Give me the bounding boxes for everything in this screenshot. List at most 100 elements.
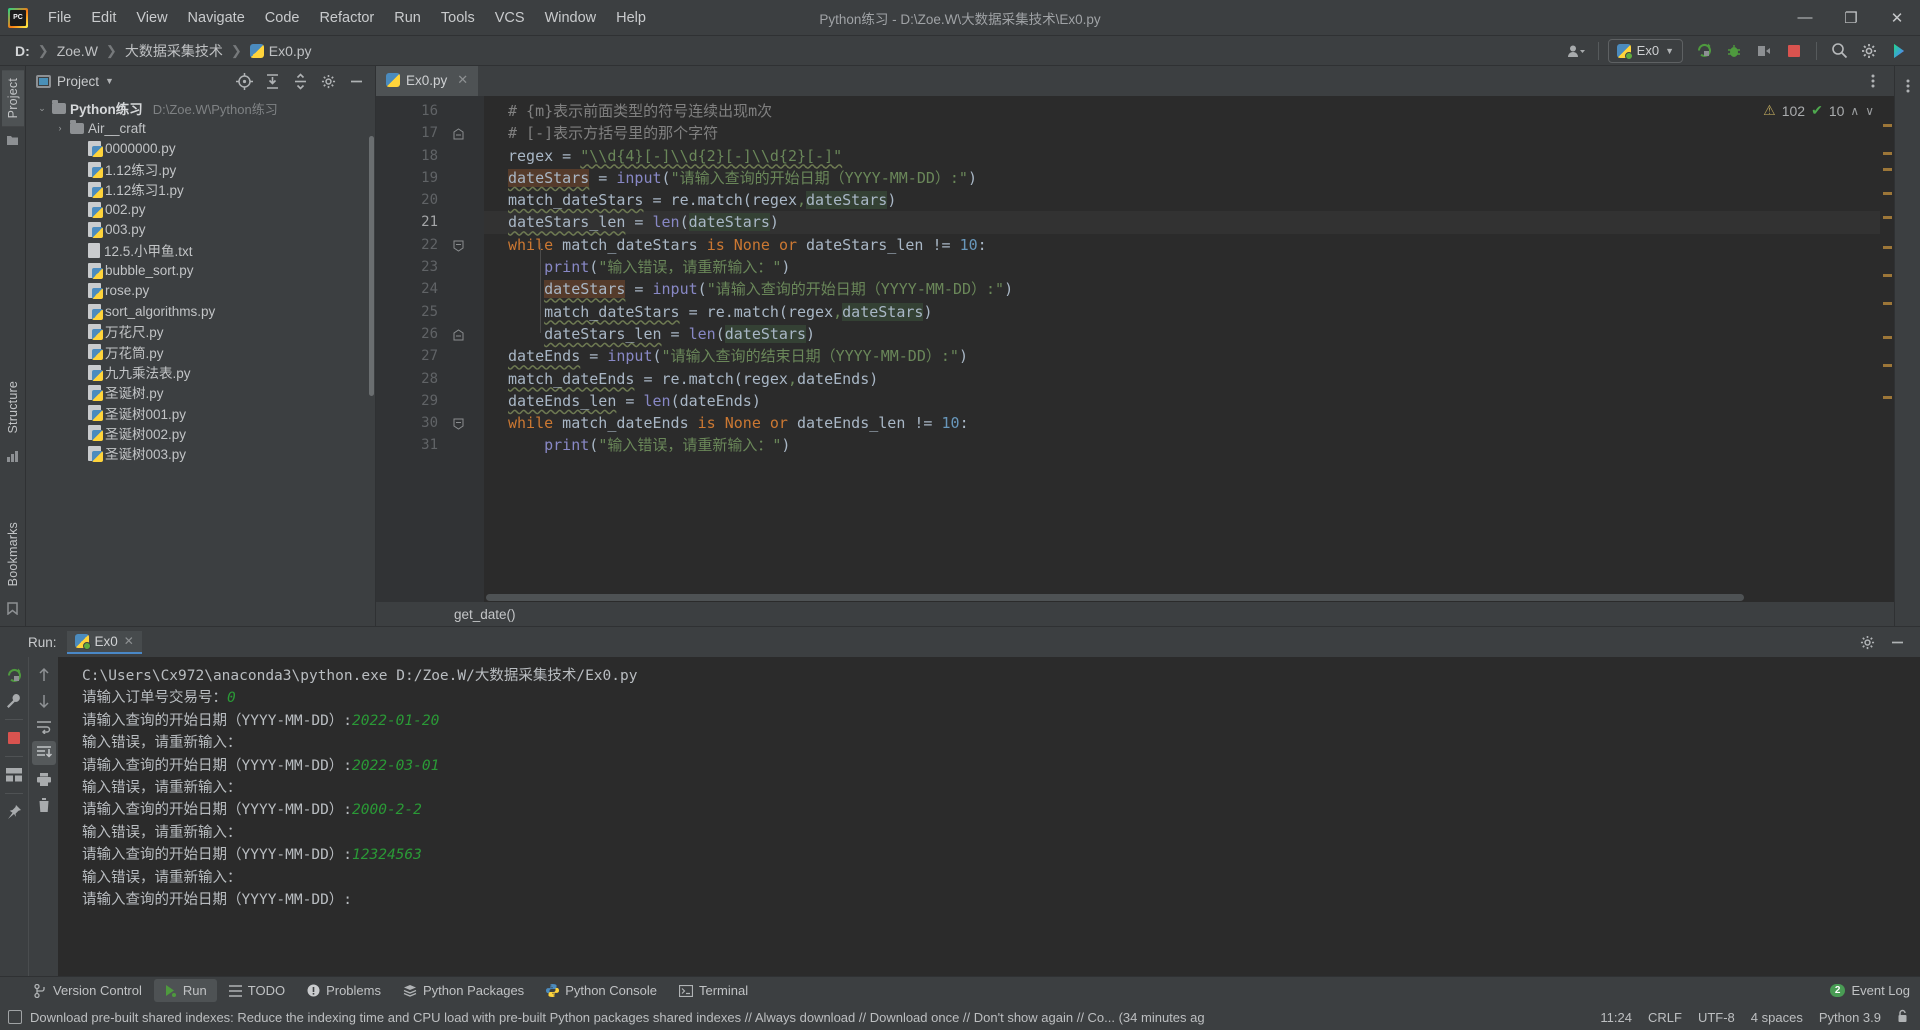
tree-node[interactable]: sort_algorithms.py — [26, 301, 375, 321]
gutter-line[interactable]: 21 — [384, 211, 484, 233]
menu-item-edit[interactable]: Edit — [81, 6, 126, 30]
bottom-tab-version-control[interactable]: Version Control — [24, 979, 152, 1002]
breadcrumb-item-0[interactable]: D: — [10, 41, 35, 61]
commit-icon[interactable] — [6, 134, 19, 150]
chevron-right-icon[interactable]: › — [54, 123, 66, 133]
menu-item-refactor[interactable]: Refactor — [309, 6, 384, 30]
tree-node[interactable]: 圣诞树002.py — [26, 423, 375, 443]
gutter-line[interactable]: 16 — [384, 100, 484, 122]
code-line[interactable]: regex = "\\d{4}[-]\\d{2}[-]\\d{2}[-]" — [484, 145, 1894, 167]
select-opened-file-icon[interactable] — [231, 69, 257, 93]
debug-icon[interactable] — [1721, 39, 1747, 63]
line-number-gutter[interactable]: 16 17 18 19 20 21 22 23 24 25 26 27 28 29 30 31 — [384, 96, 484, 602]
tree-node[interactable]: 0000000.py — [26, 139, 375, 159]
gutter-line[interactable]: 24 — [384, 278, 484, 300]
code-line[interactable]: print("输入错误，请重新输入：") — [484, 434, 1894, 456]
run-tab-ex0[interactable]: Ex0 ✕ — [66, 630, 142, 654]
fold-end-icon[interactable] — [453, 127, 464, 140]
bottom-tab-run[interactable]: Run — [153, 979, 217, 1002]
collapse-all-icon[interactable] — [287, 69, 313, 93]
sidebar-item-project[interactable]: Project — [1, 70, 24, 127]
gutter-line[interactable]: 18 — [384, 145, 484, 167]
status-message[interactable]: Download pre-built shared indexes: Reduc… — [30, 1010, 1205, 1025]
user-avatar-icon[interactable] — [1563, 39, 1589, 63]
tree-node[interactable]: 002.py — [26, 199, 375, 219]
code-line[interactable]: dateStars = input("请输入查询的开始日期（YYYY-MM-DD… — [484, 167, 1894, 189]
fold-collapse-icon[interactable] — [453, 417, 464, 430]
breadcrumb[interactable]: D: ❯ Zoe.W ❯ 大数据采集技术 ❯ Ex0.py — [10, 39, 317, 63]
tree-node[interactable]: 万花筒.py — [26, 342, 375, 362]
status-interpreter[interactable]: Python 3.9 — [1819, 1010, 1881, 1025]
editor-options-icon[interactable] — [1860, 69, 1886, 93]
code-line[interactable]: match_dateStars = re.match(regex,dateSta… — [484, 301, 1894, 323]
sidebar-item-bookmarks[interactable]: Bookmarks — [2, 514, 24, 594]
editor-horizontal-scrollbar[interactable] — [486, 594, 1744, 601]
lock-icon[interactable] — [1897, 1009, 1908, 1026]
editor-vertical-scrollbar[interactable] — [1880, 96, 1894, 602]
bottom-tab-terminal[interactable]: Terminal — [669, 979, 758, 1002]
gutter-line[interactable]: 30 — [384, 412, 484, 434]
more-options-icon[interactable] — [1906, 78, 1910, 97]
stop-icon[interactable] — [2, 726, 26, 750]
notification-icon[interactable] — [8, 1010, 22, 1024]
editor-breadcrumb[interactable]: get_date() — [376, 602, 1894, 626]
tree-node[interactable]: bubble_sort.py — [26, 260, 375, 280]
chevron-down-icon[interactable]: ▼ — [105, 76, 114, 86]
breadcrumb-item-3[interactable]: Ex0.py — [245, 41, 317, 61]
code-line[interactable]: while match_dateEnds is None or dateEnds… — [484, 412, 1894, 434]
gutter-line[interactable]: 25 — [384, 301, 484, 323]
rerun-icon[interactable] — [2, 663, 26, 687]
code-line[interactable]: dateEnds_len = len(dateEnds) — [484, 390, 1894, 412]
expand-all-icon[interactable] — [259, 69, 285, 93]
event-log-label[interactable]: Event Log — [1851, 983, 1910, 998]
close-icon[interactable]: ✕ — [457, 72, 468, 88]
code-editor[interactable]: 16 17 18 19 20 21 22 23 24 25 26 27 28 29 30 31 # {m}表示… — [376, 96, 1894, 602]
print-icon[interactable] — [32, 767, 56, 791]
tree-node[interactable]: 003.py — [26, 220, 375, 240]
stop-icon[interactable] — [1781, 39, 1807, 63]
code-line[interactable]: # [-]表示方括号里的那个字符 — [484, 122, 1894, 144]
down-arrow-icon[interactable] — [32, 689, 56, 713]
run-settings-gear-icon[interactable] — [1854, 630, 1880, 654]
tree-node[interactable]: › Air__craft — [26, 118, 375, 138]
menu-item-help[interactable]: Help — [606, 6, 656, 30]
bottom-tab-python-packages[interactable]: Python Packages — [393, 979, 534, 1002]
tree-node[interactable]: ⌄ Python练习 D:\Zoe.W\Python练习 — [26, 98, 375, 118]
code-line[interactable]: # {m}表示前面类型的符号连续出现m次 — [484, 100, 1894, 122]
sidebar-item-structure[interactable]: Structure — [2, 373, 24, 442]
tree-node[interactable]: 1.12练习.py — [26, 159, 375, 179]
tree-node[interactable]: 12.5.小甲鱼.txt — [26, 240, 375, 260]
search-icon[interactable] — [1826, 39, 1852, 63]
scroll-to-end-icon[interactable] — [31, 741, 56, 765]
rerun-icon[interactable] — [1691, 39, 1717, 63]
tree-node[interactable]: 圣诞树003.py — [26, 443, 375, 463]
pane-settings-icon[interactable] — [315, 69, 341, 93]
gutter-line[interactable]: 28 — [384, 368, 484, 390]
breadcrumb-item-2[interactable]: 大数据采集技术 — [120, 39, 228, 63]
hide-run-panel-icon[interactable] — [1884, 630, 1910, 654]
code-text-area[interactable]: # {m}表示前面类型的符号连续出现m次 # [-]表示方括号里的那个字符 rege… — [484, 96, 1894, 602]
ide-assistant-icon[interactable] — [1886, 39, 1912, 63]
bottom-tab-python-console[interactable]: Python Console — [536, 979, 667, 1002]
tree-node[interactable]: 万花尺.py — [26, 321, 375, 341]
gutter-line[interactable]: 23 — [384, 256, 484, 278]
gear-icon[interactable] — [1856, 39, 1882, 63]
menu-item-navigate[interactable]: Navigate — [178, 6, 255, 30]
gutter-line[interactable]: 31 — [384, 434, 484, 456]
next-problem-icon[interactable]: ∨ — [1865, 104, 1874, 118]
hide-pane-icon[interactable] — [343, 69, 369, 93]
fold-collapse-icon[interactable] — [453, 239, 464, 252]
main-menu[interactable]: File Edit View Navigate Code Refactor Run Tools… — [38, 6, 656, 30]
up-arrow-icon[interactable] — [32, 663, 56, 687]
wrench-icon[interactable] — [2, 689, 26, 713]
menu-item-file[interactable]: File — [38, 6, 81, 30]
breadcrumb-item-1[interactable]: Zoe.W — [52, 41, 103, 61]
editor-tab-ex0[interactable]: Ex0.py ✕ — [376, 66, 479, 96]
project-scrollbar[interactable] — [369, 136, 374, 396]
menu-item-vcs[interactable]: VCS — [485, 6, 535, 30]
status-encoding[interactable]: UTF-8 — [1698, 1010, 1735, 1025]
layout-icon[interactable] — [2, 763, 26, 787]
inspection-widget[interactable]: ⚠ 102 ✔ 10 ∧ ∨ — [1763, 102, 1874, 119]
soft-wrap-icon[interactable] — [32, 715, 56, 739]
bookmark-icon[interactable] — [7, 602, 18, 618]
